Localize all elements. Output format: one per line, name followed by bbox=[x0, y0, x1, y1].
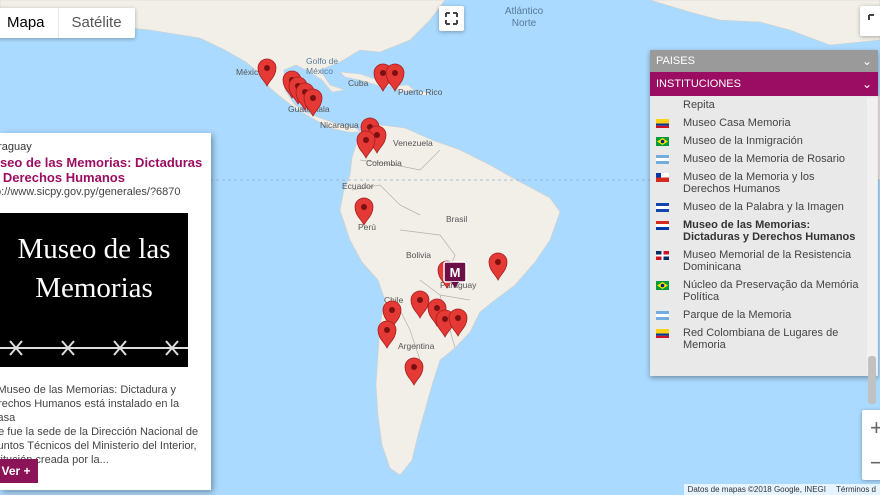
info-description-line: erechos Humanos está instalado en la cas… bbox=[0, 398, 180, 424]
institution-item[interactable]: Museo Casa Memoria bbox=[650, 114, 866, 132]
terms-link[interactable]: Términos d bbox=[836, 485, 876, 494]
info-image: Museo de las Memorias bbox=[0, 213, 188, 367]
institution-label: Museo de la Palabra y la Imagen bbox=[683, 201, 844, 213]
institution-item[interactable]: Repita bbox=[650, 96, 866, 114]
info-description: l Museo de las Memorias: Dictadura y erec… bbox=[0, 383, 204, 467]
institution-item[interactable]: Museo de la Memoria de Rosario bbox=[650, 150, 866, 168]
institution-item[interactable]: Museo de la Memoria y los Derechos Human… bbox=[650, 168, 866, 198]
info-title-line: useo de las Memorias: Dictaduras bbox=[0, 155, 203, 170]
map-type-mapa-button[interactable]: Mapa bbox=[0, 8, 59, 38]
label-colombia: Colombia bbox=[366, 158, 402, 168]
label-bolivia: Bolivia bbox=[406, 250, 431, 260]
institution-label: Museo de la Memoria de Rosario bbox=[683, 153, 846, 165]
chile-flag-icon bbox=[656, 173, 669, 182]
ver-mas-button[interactable]: Ver + bbox=[0, 459, 38, 483]
institution-item[interactable]: Museo de las Memorias: Dictaduras y Dere… bbox=[650, 216, 866, 246]
institution-label: Museo de las Memorias: Dictaduras y Dere… bbox=[683, 219, 856, 243]
fullscreen-button[interactable] bbox=[439, 6, 464, 31]
map-type-control: Mapa Satélite bbox=[0, 8, 135, 38]
paises-label: PAISES bbox=[656, 55, 695, 67]
label-ecuador: Ecuador bbox=[342, 181, 374, 191]
institution-label: Museo Memorial de la Resistencia Dominic… bbox=[683, 249, 852, 273]
label-nicaragua: Nicaragua bbox=[320, 120, 359, 130]
info-description-line: l Museo de las Memorias: Dictadura y bbox=[0, 384, 177, 396]
filter-panel: PAISES ⌄ INSTITUCIONES ⌄ Repita Museo Cas… bbox=[650, 50, 878, 404]
institution-item[interactable]: Museo de la Inmigración bbox=[650, 132, 866, 150]
zoom-out-button[interactable]: − bbox=[862, 445, 880, 480]
paraguay-flag-icon bbox=[656, 221, 669, 230]
zoom-in-button[interactable]: + bbox=[862, 410, 880, 445]
info-description-line: suntos Técnicos del Ministerio del Inter… bbox=[0, 440, 197, 452]
elsalvador-flag-icon bbox=[656, 203, 669, 212]
map-type-satelite-button[interactable]: Satélite bbox=[59, 8, 135, 38]
label-venezuela: Venezuela bbox=[393, 138, 433, 148]
info-window: araguay useo de las Memorias: Dictaduras… bbox=[0, 133, 211, 490]
brasil-flag-icon bbox=[656, 137, 669, 146]
scrollbar[interactable] bbox=[867, 98, 877, 404]
barbed-wire-icon bbox=[0, 340, 188, 356]
info-url[interactable]: tp://www.sicpy.gov.py/generales/?6870 bbox=[0, 186, 181, 198]
scrollbar-thumb[interactable] bbox=[868, 356, 876, 404]
fullscreen-right-icon bbox=[868, 14, 874, 20]
chevron-down-icon: ⌄ bbox=[861, 77, 872, 91]
institution-item[interactable]: Museo Memorial de la Resistencia Dominic… bbox=[650, 246, 866, 276]
dominicana-flag-icon bbox=[656, 251, 669, 260]
label-peru: Perú bbox=[358, 222, 376, 232]
argentina-flag-icon bbox=[656, 311, 669, 320]
blank-flag-icon bbox=[656, 101, 669, 110]
label-cuba: Cuba bbox=[348, 78, 369, 88]
label-puerto-rico: Puerto Rico bbox=[398, 87, 443, 97]
institution-item[interactable]: Parque de la Memoria bbox=[650, 306, 866, 324]
colombia-flag-icon bbox=[656, 329, 669, 338]
institution-label: Museo de la Memoria y los Derechos Human… bbox=[683, 171, 815, 195]
fullscreen-icon bbox=[445, 12, 458, 25]
institution-label: Núcleo da Preservação da Memória Polític… bbox=[683, 279, 859, 303]
info-title-line: y Derechos Humanos bbox=[0, 170, 125, 185]
info-country: araguay bbox=[0, 141, 32, 153]
institution-label: Red Colombiana de Lugares de Memoria bbox=[683, 327, 839, 351]
colombia-flag-icon bbox=[656, 119, 669, 128]
institution-label: Repita bbox=[683, 99, 715, 111]
svg-text:M: M bbox=[450, 265, 461, 280]
institution-item[interactable]: Museo de la Palabra y la Imagen bbox=[650, 198, 866, 216]
info-description-line: ue fue la sede de la Dirección Nacional … bbox=[0, 426, 199, 438]
institution-label: Museo Casa Memoria bbox=[683, 117, 791, 129]
paises-header[interactable]: PAISES ⌄ bbox=[650, 50, 878, 72]
attribution-text: Datos de mapas ©2018 Google, INEGI bbox=[687, 485, 826, 494]
label-argentina: Argentina bbox=[398, 341, 435, 351]
chevron-down-icon: ⌄ bbox=[861, 54, 872, 68]
institution-label: Museo de la Inmigración bbox=[683, 135, 803, 147]
institution-item[interactable]: Núcleo da Preservação da Memória Polític… bbox=[650, 276, 866, 306]
instituciones-list: Repita Museo Casa Memoria Museo de la Inmi… bbox=[650, 96, 866, 376]
institution-item[interactable]: Red Colombiana de Lugares de Memoria bbox=[650, 324, 866, 354]
map-attribution: Datos de mapas ©2018 Google, INEGI Térmi… bbox=[683, 484, 880, 495]
institution-label: Parque de la Memoria bbox=[683, 309, 792, 321]
info-title[interactable]: useo de las Memorias: Dictaduras y Derech… bbox=[0, 155, 207, 185]
label-brasil: Brasil bbox=[446, 214, 467, 224]
fullscreen-right-button[interactable] bbox=[860, 6, 880, 36]
zoom-control: + − bbox=[862, 410, 880, 480]
instituciones-label: INSTITUCIONES bbox=[656, 78, 741, 90]
brasil-flag-icon bbox=[656, 281, 669, 290]
argentina-flag-icon bbox=[656, 155, 669, 164]
instituciones-header[interactable]: INSTITUCIONES ⌄ bbox=[650, 72, 878, 96]
